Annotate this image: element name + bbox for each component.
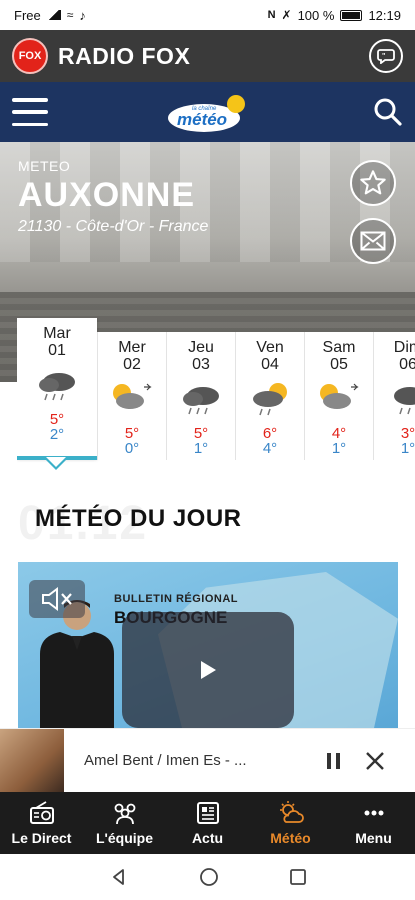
mute-button[interactable]: [29, 580, 85, 618]
weather-icon: [279, 801, 304, 823]
music-note-icon: ♪: [79, 7, 86, 23]
nav-actu[interactable]: Actu: [166, 792, 249, 854]
forecast-day-1[interactable]: Mar 01 5° 2°: [17, 318, 97, 460]
chat-bubble-icon: ": [377, 49, 395, 64]
news-icon: [196, 802, 219, 824]
forecast-day-strip[interactable]: Mar 01 5° 2° Mer 02 5° 0° Jeu 03 5° 1° V…: [17, 318, 415, 468]
play-icon: [201, 661, 216, 679]
forecast-day-3[interactable]: Jeu 03 5° 1°: [166, 332, 235, 460]
hero-label: METEO: [18, 158, 71, 174]
play-button[interactable]: [122, 612, 294, 728]
nav-meteo[interactable]: Météo: [249, 792, 332, 854]
system-navigation-bar: [0, 854, 415, 900]
share-mail-button[interactable]: [350, 218, 396, 264]
battery-icon: [340, 9, 363, 21]
more-icon: [364, 810, 383, 816]
forecast-day-2[interactable]: Mer 02 5° 0°: [97, 332, 166, 460]
radio-fox-logo: FOX: [12, 38, 48, 74]
rain-cloud-icon: [39, 373, 75, 401]
mini-player[interactable]: Amel Bent / Imen Es - ...: [0, 728, 415, 793]
nav-menu[interactable]: Menu: [332, 792, 415, 854]
mail-icon: [360, 231, 386, 251]
pause-button[interactable]: [321, 749, 345, 773]
chat-button[interactable]: ": [369, 39, 403, 73]
close-icon[interactable]: [363, 749, 387, 773]
svg-text:météo: météo: [177, 110, 227, 129]
recents-icon[interactable]: [289, 868, 307, 886]
forecast-day-6[interactable]: Dim 06 3° 1°: [373, 332, 415, 460]
status-bar: Free ≈ ♪ N ✗ 100 % 12:19: [0, 0, 415, 30]
city-location: 21130 - Côte-d'Or - France: [18, 218, 209, 235]
bottom-navigation: Le Direct L'équipe Actu Météo Menu: [0, 792, 415, 854]
hamburger-menu-icon[interactable]: [12, 98, 48, 126]
home-icon[interactable]: [199, 867, 219, 887]
app-title: RADIO FOX: [58, 42, 191, 69]
nav-le-direct[interactable]: Le Direct: [0, 792, 83, 854]
svg-text:": ": [382, 53, 385, 60]
star-icon: [360, 170, 386, 195]
volume-mute-icon: [42, 587, 72, 611]
battery-percent: 100 %: [297, 7, 335, 23]
favorite-button[interactable]: [350, 160, 396, 206]
weather-video-player[interactable]: BULLETIN RÉGIONAL BOURGOGNE: [18, 562, 398, 728]
carrier-label: Free: [14, 7, 41, 23]
nfc-icon: N: [267, 9, 276, 21]
wifi-icon: ≈: [66, 8, 74, 22]
rain-cloud-wind-icon: [394, 387, 415, 415]
back-icon[interactable]: [109, 867, 129, 887]
meteo-nav-bar: la chaîne météo: [0, 82, 415, 142]
video-subtitle: BULLETIN RÉGIONAL: [114, 593, 238, 605]
rain-cloud-icon: [183, 387, 219, 415]
search-icon[interactable]: [373, 97, 403, 127]
sun-rain-cloud-icon: [253, 383, 287, 416]
city-name: AUXONNE: [18, 176, 196, 214]
forecast-day-4[interactable]: Ven 04 6° 4°: [235, 332, 304, 460]
sun-cloud-wind-icon: [320, 383, 359, 409]
section-title: MÉTÉO DU JOUR: [35, 505, 242, 532]
mute-bell-icon: ✗: [281, 8, 292, 22]
team-icon: [114, 803, 135, 825]
clock: 12:19: [368, 7, 401, 23]
signal-icon: [46, 10, 61, 20]
radio-icon: [29, 801, 54, 824]
now-playing-track: Amel Bent / Imen Es - ...: [84, 752, 247, 769]
album-cover: [0, 728, 64, 793]
app-bar: FOX RADIO FOX ": [0, 30, 415, 82]
forecast-day-5[interactable]: Sam 05 4° 1°: [304, 332, 373, 460]
sun-cloud-wind-icon: [113, 383, 152, 409]
selected-day-indicator: [43, 457, 69, 470]
la-chaine-meteo-logo: la chaîne météo: [168, 95, 245, 132]
nav-lequipe[interactable]: L'équipe: [83, 792, 166, 854]
